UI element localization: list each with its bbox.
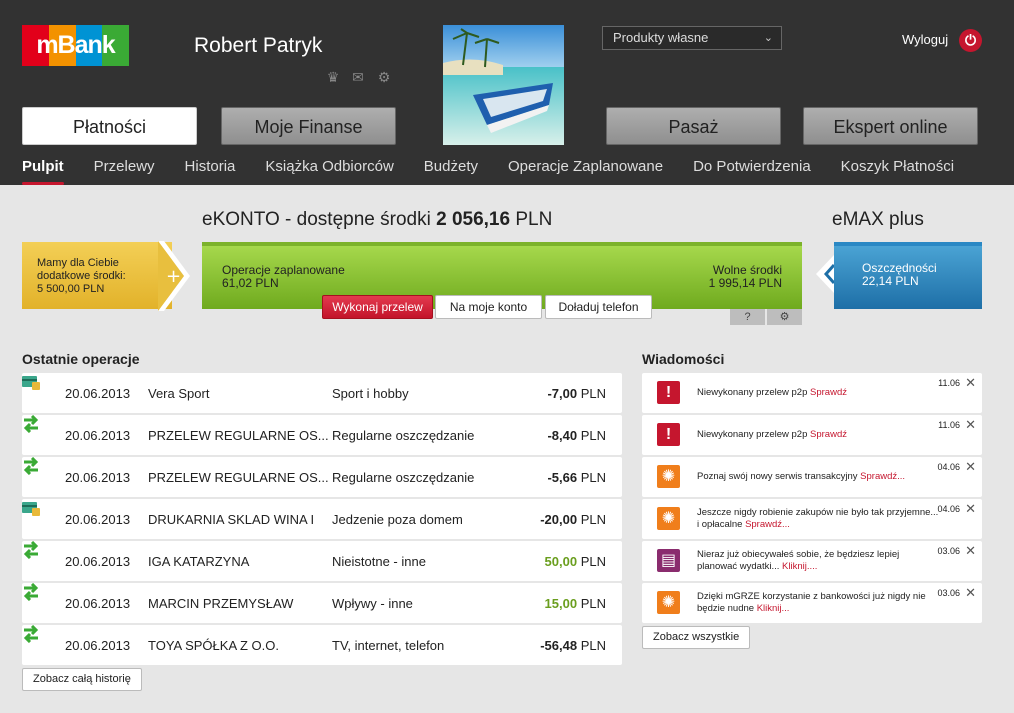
- make-transfer-button[interactable]: Wykonaj przelew: [322, 295, 433, 319]
- table-row[interactable]: 20.06.2013 PRZELEW REGULARNE OS... Regul…: [22, 414, 622, 455]
- close-icon[interactable]: ✕: [965, 501, 976, 517]
- table-row[interactable]: 20.06.2013 MARCIN PRZEMYSŁAW Wpływy - in…: [22, 582, 622, 623]
- message-link[interactable]: Kliknij...: [757, 603, 790, 614]
- message-item[interactable]: ✺ Poznaj swój nowy serwis transakcyjny S…: [642, 457, 982, 497]
- extra-funds-offer[interactable]: Mamy dla Ciebie dodatkowe środki: 5 500,…: [22, 242, 172, 309]
- user-name: Robert Patryk: [194, 34, 323, 57]
- operations-title: Ostatnie operacje: [22, 351, 140, 367]
- table-row[interactable]: 20.06.2013 TOYA SPÓŁKA Z O.O. TV, intern…: [22, 624, 622, 665]
- message-link[interactable]: Sprawdź...: [745, 519, 790, 530]
- trophy-icon[interactable]: ♛: [325, 69, 341, 85]
- show-full-history-button[interactable]: Zobacz całą historię: [22, 668, 142, 691]
- close-icon[interactable]: ✕: [965, 585, 976, 601]
- transfer-icon: [23, 582, 39, 602]
- gear-icon[interactable]: ⚙: [376, 69, 392, 85]
- message-link[interactable]: Kliknij....: [782, 561, 817, 572]
- top-header: mBank Robert Patryk ♛ ✉ ⚙ Produkty własn…: [0, 0, 1014, 185]
- top-up-phone-button[interactable]: Doładuj telefon: [545, 295, 652, 319]
- settings-button[interactable]: ⚙: [767, 309, 802, 325]
- message-item[interactable]: ✺ Dzięki mGRZE korzystanie z bankowości …: [642, 583, 982, 623]
- subnav-pulpit[interactable]: Pulpit: [22, 158, 64, 180]
- subnav-do-potwierdzenia[interactable]: Do Potwierdzenia: [693, 158, 811, 180]
- power-icon[interactable]: ⏻: [959, 29, 982, 52]
- messages-title: Wiadomości: [642, 351, 725, 367]
- budget-alert-icon: ▤: [657, 549, 680, 572]
- mbank-logo[interactable]: mBank: [22, 25, 129, 66]
- profile-photo: [443, 25, 564, 145]
- message-link[interactable]: Sprawdź...: [860, 471, 905, 482]
- logout-link[interactable]: Wyloguj: [902, 32, 948, 47]
- table-row[interactable]: 20.06.2013 PRZELEW REGULARNE OS... Regul…: [22, 456, 622, 497]
- nav-platnosci[interactable]: Płatności: [22, 107, 197, 145]
- subnav-operacje-zaplanowane[interactable]: Operacje Zaplanowane: [508, 158, 663, 180]
- message-link[interactable]: Sprawdź: [810, 387, 847, 398]
- transfer-icon: [23, 624, 39, 644]
- message-item[interactable]: ✺ Jeszcze nigdy robienie zakupów nie był…: [642, 499, 982, 539]
- emax-title[interactable]: eMAX plus: [832, 209, 924, 231]
- close-icon[interactable]: ✕: [965, 543, 976, 559]
- table-row[interactable]: 20.06.2013 Vera Sport Sport i hobby -7,0…: [22, 373, 622, 413]
- alert-icon: !: [657, 381, 680, 404]
- alert-icon: !: [657, 423, 680, 446]
- lightbulb-icon: ✺: [657, 465, 680, 488]
- chevron-down-icon: ⌄: [763, 32, 773, 44]
- sub-navigation: Pulpit Przelewy Historia Książka Odbiorc…: [22, 158, 984, 180]
- active-tab-indicator: [22, 182, 64, 185]
- subnav-budzety[interactable]: Budżety: [424, 158, 478, 180]
- nav-ekspert-online[interactable]: Ekspert online: [803, 107, 978, 145]
- help-button[interactable]: ?: [730, 309, 765, 325]
- message-link[interactable]: Sprawdź: [810, 429, 847, 440]
- nav-pasaz[interactable]: Pasaż: [606, 107, 781, 145]
- products-select[interactable]: Produkty własne ⌄: [602, 26, 782, 50]
- lightbulb-icon: ✺: [657, 591, 680, 614]
- messages-list: ! Niewykonany przelew p2p Sprawdź 11.06 …: [642, 373, 982, 625]
- close-icon[interactable]: ✕: [965, 459, 976, 475]
- table-row[interactable]: 20.06.2013 DRUKARNIA SKLAD WINA I Jedzen…: [22, 499, 622, 539]
- own-account-button[interactable]: Na moje konto: [435, 295, 542, 319]
- svg-text:+: +: [166, 266, 181, 287]
- message-item[interactable]: ! Niewykonany przelew p2p Sprawdź 11.06 …: [642, 373, 982, 413]
- subnav-koszyk-platnosci[interactable]: Koszyk Płatności: [841, 158, 954, 180]
- subnav-historia[interactable]: Historia: [185, 158, 236, 180]
- card-icon: [22, 376, 40, 390]
- subnav-przelewy[interactable]: Przelewy: [94, 158, 155, 180]
- plus-arrow-icon[interactable]: +: [158, 241, 190, 311]
- transfer-icon: [23, 540, 39, 560]
- table-row[interactable]: 20.06.2013 IGA KATARZYNA Nieistotne - in…: [22, 540, 622, 581]
- message-item[interactable]: ▤ Nieraz już obiecywałeś sobie, że będzi…: [642, 541, 982, 581]
- savings-panel[interactable]: Oszczędności 22,14 PLN: [834, 242, 982, 309]
- transfer-icon: [23, 414, 39, 434]
- subnav-ksiazka-odbiorcow[interactable]: Książka Odbiorców: [265, 158, 393, 180]
- show-all-messages-button[interactable]: Zobacz wszystkie: [642, 626, 751, 649]
- message-item[interactable]: ! Niewykonany przelew p2p Sprawdź 11.06 …: [642, 415, 982, 455]
- nav-moje-finanse[interactable]: Moje Finanse: [221, 107, 396, 145]
- close-icon[interactable]: ✕: [965, 375, 976, 391]
- card-icon: [22, 502, 40, 516]
- mail-icon[interactable]: ✉: [350, 69, 366, 85]
- close-icon[interactable]: ✕: [965, 417, 976, 433]
- operations-list: 20.06.2013 Vera Sport Sport i hobby -7,0…: [22, 373, 622, 667]
- lightbulb-icon: ✺: [657, 507, 680, 530]
- account-title: eKONTO - dostępne środki 2 056,16 PLN: [202, 209, 553, 230]
- transfer-icon: [23, 456, 39, 476]
